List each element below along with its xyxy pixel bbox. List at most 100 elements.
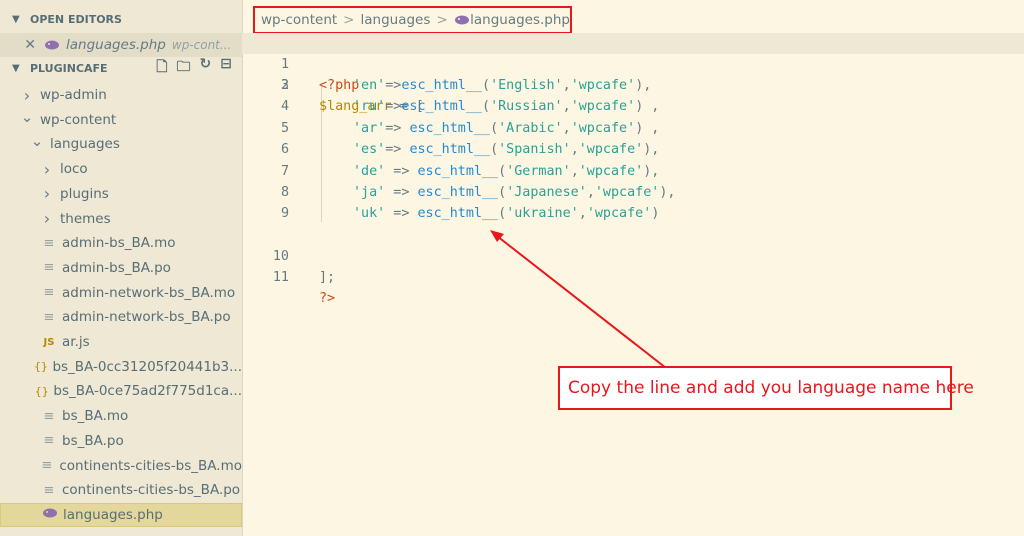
arrow-op: => xyxy=(385,163,418,179)
line-tail: ) , xyxy=(635,120,660,136)
tree-item[interactable]: ≡ admin-network-bs_BA.mo xyxy=(0,281,242,305)
string-arg: 'wpcafe' xyxy=(578,142,644,158)
string-arg: 'wpcafe' xyxy=(570,120,636,136)
string-arg: 'ukraine' xyxy=(506,206,579,222)
line-number: 9 xyxy=(280,206,289,222)
tree-item[interactable]: ≡ admin-bs_BA.mo xyxy=(0,231,242,255)
arrow-op: => xyxy=(385,185,418,200)
line-number: 5 xyxy=(280,120,289,136)
tree-item[interactable]: ≡ continents-cities-bs_BA.po xyxy=(0,478,242,502)
function-name: esc_html__ xyxy=(417,206,499,222)
arrow-op: => xyxy=(385,142,410,158)
tree-item[interactable]: ⌄ languages xyxy=(0,132,242,156)
paren: ( xyxy=(482,78,491,93)
tree-item[interactable]: ≡ admin-bs_BA.po xyxy=(0,256,242,280)
breadcrumb-separator: > xyxy=(343,12,355,28)
tree-item[interactable]: › plugins xyxy=(0,182,242,206)
tree-item-label: bs_BA-0cc31205f20441b3... xyxy=(52,358,242,375)
array-key: 'en' xyxy=(353,78,386,93)
arrow-op: => xyxy=(385,78,402,93)
tree-item[interactable]: ⌄ wp-content xyxy=(0,108,242,132)
chevron-down-icon: ▼ xyxy=(12,62,20,74)
code-line-10[interactable]: 10 ]; xyxy=(242,225,335,285)
tree-item-label: admin-bs_BA.po xyxy=(62,259,171,276)
string-arg: 'Arabic' xyxy=(498,120,563,136)
paren: ( xyxy=(482,99,491,115)
breadcrumb-item-wp-content[interactable]: wp-content xyxy=(261,12,337,28)
function-name: esc_html__ xyxy=(417,185,499,200)
collapse-all-icon[interactable]: ⊟ xyxy=(220,56,232,80)
new-folder-icon[interactable]: 🗀 xyxy=(177,56,191,80)
tree-item[interactable]: ≡ continents-cities-bs_BA.mo xyxy=(0,454,242,478)
file-lines-icon: ≡ xyxy=(43,235,55,251)
close-icon[interactable]: ✕ xyxy=(0,37,36,53)
line-tail: ) xyxy=(651,206,660,222)
js-file-icon: JS xyxy=(43,336,55,348)
tree-item[interactable]: › themes xyxy=(0,207,242,231)
string-arg: 'wpcafe' xyxy=(578,163,644,179)
comma: , xyxy=(586,185,595,200)
chevron-down-icon: ⌄ xyxy=(30,132,44,151)
tree-item-label: continents-cities-bs_BA.mo xyxy=(59,457,242,474)
open-editors-label: OPEN EDITORS xyxy=(30,12,122,26)
open-editor-item[interactable]: ✕ languages.php wp-cont... xyxy=(0,33,242,57)
line-number: 11 xyxy=(272,270,289,285)
open-editor-path: wp-cont... xyxy=(171,38,232,52)
file-lines-icon: ≡ xyxy=(43,285,55,301)
tree-item-label: admin-bs_BA.mo xyxy=(62,235,176,252)
line-tail: ), xyxy=(659,185,676,200)
file-lines-icon: ≡ xyxy=(43,433,55,449)
breadcrumb-item-languages-php[interactable]: languages.php xyxy=(470,12,570,28)
line-tail: ), xyxy=(643,163,660,179)
open-editors-header[interactable]: ▼ OPEN EDITORS xyxy=(0,8,242,30)
code-editor[interactable]: 1 <?php 2 $lang_arr = [ 3'en'=>esc_html_… xyxy=(242,33,1024,536)
tree-item[interactable]: {} bs_BA-0cc31205f20441b3... xyxy=(0,355,242,379)
chevron-right-icon: › xyxy=(23,85,31,105)
paren: ( xyxy=(490,142,499,158)
annotation-text: Copy the line and add you language name … xyxy=(568,378,974,398)
tree-item[interactable]: languages.php xyxy=(0,502,242,527)
project-header[interactable]: ▼ PLUGINCAFE 🗋 🗀 ↻ ⊟ xyxy=(0,56,242,80)
tree-item-label: continents-cities-bs_BA.po xyxy=(62,482,241,499)
breadcrumb-item-languages[interactable]: languages xyxy=(360,12,430,28)
string-arg: 'Russian' xyxy=(490,99,563,115)
file-lines-icon: ≡ xyxy=(43,309,55,325)
array-key: 'ja' xyxy=(353,185,386,200)
json-file-icon: {} xyxy=(34,384,49,398)
php-elephant-icon xyxy=(41,508,59,521)
paren: ( xyxy=(498,185,507,200)
line-tail: ), xyxy=(643,142,660,158)
tree-item[interactable]: JS ar.js xyxy=(0,330,242,354)
function-name: esc_html__ xyxy=(409,120,491,136)
chevron-right-icon: › xyxy=(43,159,51,179)
array-key: 'uk' xyxy=(353,206,386,222)
new-file-icon[interactable]: 🗋 xyxy=(156,56,167,80)
arrow-op: => xyxy=(385,120,410,136)
tree-item[interactable]: ≡ bs_BA.mo xyxy=(0,404,242,428)
tree-item[interactable]: › loco xyxy=(0,157,242,181)
refresh-icon[interactable]: ↻ xyxy=(200,56,212,80)
explorer-sidebar: ▼ OPEN EDITORS ✕ languages.php wp-cont..… xyxy=(0,0,243,536)
tree-item[interactable]: ≡ bs_BA.po xyxy=(0,429,242,453)
array-key: 'ru' xyxy=(353,99,386,115)
paren: ( xyxy=(498,163,507,179)
string-arg: 'wpcafe' xyxy=(570,99,636,115)
code-line-2[interactable]: 2 $lang_arr = [ xyxy=(242,54,424,114)
function-name: esc_html__ xyxy=(417,163,499,179)
function-name: esc_html__ xyxy=(409,142,491,158)
code-line-11[interactable]: 11 ?> xyxy=(242,246,335,306)
file-lines-icon: ≡ xyxy=(43,408,55,424)
tree-item-label: bs_BA-0ce75ad2f775d1ca... xyxy=(53,383,242,400)
array-key: 'de' xyxy=(353,163,386,179)
php-elephant-icon xyxy=(454,15,469,25)
tree-item[interactable]: › wp-admin xyxy=(0,83,242,107)
function-name: esc_html__ xyxy=(401,99,482,115)
tree-item[interactable]: {} bs_BA-0ce75ad2f775d1ca... xyxy=(0,379,242,403)
comma: , xyxy=(578,206,587,222)
explorer-toolbar: 🗋 🗀 ↻ ⊟ xyxy=(156,56,232,80)
tree-item[interactable]: ≡ admin-network-bs_BA.po xyxy=(0,305,242,329)
chevron-right-icon: › xyxy=(43,184,51,204)
json-file-icon: {} xyxy=(33,360,48,374)
code-line-1[interactable]: 1 <?php xyxy=(242,33,1024,93)
comma: , xyxy=(570,142,579,158)
